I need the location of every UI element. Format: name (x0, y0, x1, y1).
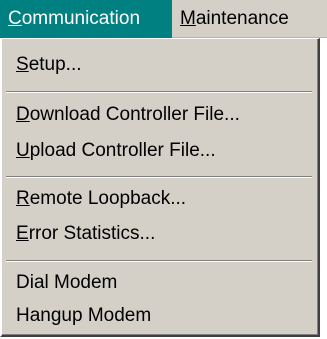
menu-item-download-accesskey: D (16, 104, 30, 125)
menu-item-setup-accesskey: S (16, 54, 29, 75)
menu-item-remote-loopback[interactable]: Remote Loopback... (16, 185, 186, 213)
menu-item-dial-modem[interactable]: Dial Modem (16, 269, 117, 297)
menu-item-upload-accesskey: U (16, 140, 30, 161)
menu-maintenance[interactable]: Maintenance (172, 0, 327, 38)
menu-item-upload-controller-file[interactable]: Upload Controller File... (16, 137, 216, 165)
menu-separator (6, 91, 312, 93)
menu-separator (6, 176, 312, 178)
menu-communication-label: ommunication (21, 8, 141, 29)
menu-maintenance-label: aintenance (195, 8, 289, 29)
menu-bar: Communication Maintenance (0, 0, 327, 38)
menu-item-download-controller-file[interactable]: Download Controller File... (16, 101, 240, 129)
communication-dropdown-menu: Setup... Download Controller File... Upl… (0, 38, 320, 337)
menu-item-error-statistics-accesskey: E (16, 223, 29, 244)
menu-item-upload-label: pload Controller File... (29, 140, 216, 161)
menu-item-hangup-modem[interactable]: Hangup Modem (16, 302, 151, 330)
menu-item-remote-loopback-accesskey: R (16, 188, 30, 209)
menu-item-download-label: ownload Controller File... (29, 104, 240, 125)
menu-separator (6, 260, 312, 262)
menu-item-setup[interactable]: Setup... (16, 51, 82, 79)
menu-item-hangup-modem-label: Hangup Modem (16, 305, 152, 326)
menu-maintenance-accesskey: M (180, 8, 196, 29)
background-area (320, 44, 327, 339)
menu-item-error-statistics-label: rror Statistics... (28, 223, 156, 244)
menu-item-dial-modem-label: Dial Modem (16, 272, 118, 293)
menu-communication[interactable]: Communication (0, 0, 172, 38)
menu-item-error-statistics[interactable]: Error Statistics... (16, 220, 155, 248)
menu-communication-accesskey: C (8, 8, 22, 29)
menu-item-remote-loopback-label: emote Loopback... (29, 188, 187, 209)
menu-item-setup-label: etup... (28, 54, 82, 75)
